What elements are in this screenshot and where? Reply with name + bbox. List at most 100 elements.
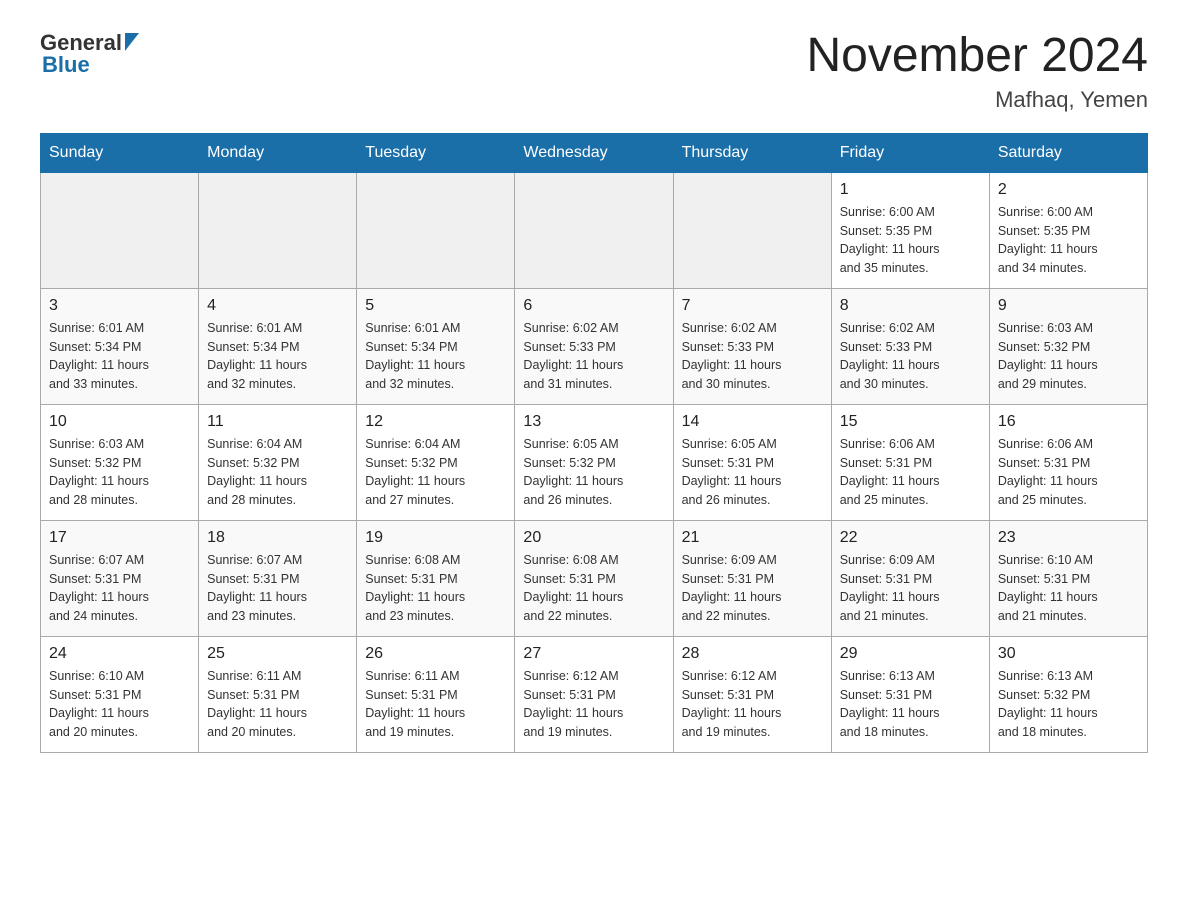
day-of-week-header: Saturday [989, 133, 1147, 172]
day-number: 13 [523, 413, 664, 431]
day-number: 20 [523, 529, 664, 547]
day-info: Sunrise: 6:07 AM Sunset: 5:31 PM Dayligh… [207, 551, 348, 626]
day-number: 10 [49, 413, 190, 431]
calendar-week-row: 10Sunrise: 6:03 AM Sunset: 5:32 PM Dayli… [41, 404, 1148, 520]
day-number: 4 [207, 297, 348, 315]
day-number: 21 [682, 529, 823, 547]
calendar-cell: 4 Sunrise: 6:01 AM Sunset: 5:34 PM Daylig… [199, 288, 357, 404]
day-number: 25 [207, 645, 348, 663]
calendar-cell: 7 Sunrise: 6:02 AM Sunset: 5:33 PM Daylig… [673, 288, 831, 404]
day-info: Sunrise: 6:09 AM Sunset: 5:31 PM Dayligh… [840, 551, 981, 626]
day-number: 7 [682, 297, 823, 315]
month-title: November 2024 [806, 30, 1148, 83]
day-number: 27 [523, 645, 664, 663]
day-info: Sunrise: 6:03 AM Sunset: 5:32 PM Dayligh… [998, 319, 1139, 394]
day-info: Sunrise: 6:11 AM Sunset: 5:31 PM Dayligh… [207, 667, 348, 742]
page-header: General Blue November 2024 Mafhaq, Yemen [40, 30, 1148, 113]
day-number: 2 [998, 181, 1139, 199]
calendar-cell: 25 Sunrise: 6:11 AM Sunset: 5:31 PM Dayli… [199, 636, 357, 752]
calendar-cell: 22 Sunrise: 6:09 AM Sunset: 5:31 PM Dayli… [831, 520, 989, 636]
calendar-cell [515, 172, 673, 288]
day-info: Sunrise: 6:05 AM Sunset: 5:32 PM Dayligh… [523, 435, 664, 510]
day-info: Sunrise: 6:04 AM Sunset: 5:32 PM Dayligh… [365, 435, 506, 510]
day-number: 22 [840, 529, 981, 547]
calendar-cell: 2 Sunrise: 6:00 AM Sunset: 5:35 PM Daylig… [989, 172, 1147, 288]
day-info: Sunrise: 6:00 AM Sunset: 5:35 PM Dayligh… [840, 203, 981, 278]
day-of-week-header: Friday [831, 133, 989, 172]
day-info: Sunrise: 6:00 AM Sunset: 5:35 PM Dayligh… [998, 203, 1139, 278]
day-number: 3 [49, 297, 190, 315]
calendar-cell: 23Sunrise: 6:10 AM Sunset: 5:31 PM Dayli… [989, 520, 1147, 636]
day-number: 18 [207, 529, 348, 547]
calendar-cell: 11Sunrise: 6:04 AM Sunset: 5:32 PM Dayli… [199, 404, 357, 520]
calendar-cell: 17Sunrise: 6:07 AM Sunset: 5:31 PM Dayli… [41, 520, 199, 636]
calendar-cell [199, 172, 357, 288]
day-info: Sunrise: 6:06 AM Sunset: 5:31 PM Dayligh… [840, 435, 981, 510]
day-info: Sunrise: 6:12 AM Sunset: 5:31 PM Dayligh… [523, 667, 664, 742]
calendar-cell [673, 172, 831, 288]
day-info: Sunrise: 6:05 AM Sunset: 5:31 PM Dayligh… [682, 435, 823, 510]
day-number: 1 [840, 181, 981, 199]
title-area: November 2024 Mafhaq, Yemen [806, 30, 1148, 113]
day-info: Sunrise: 6:01 AM Sunset: 5:34 PM Dayligh… [365, 319, 506, 394]
day-info: Sunrise: 6:01 AM Sunset: 5:34 PM Dayligh… [207, 319, 348, 394]
day-number: 30 [998, 645, 1139, 663]
day-number: 6 [523, 297, 664, 315]
day-info: Sunrise: 6:13 AM Sunset: 5:31 PM Dayligh… [840, 667, 981, 742]
day-info: Sunrise: 6:02 AM Sunset: 5:33 PM Dayligh… [523, 319, 664, 394]
day-number: 5 [365, 297, 506, 315]
day-of-week-header: Monday [199, 133, 357, 172]
calendar-cell: 18 Sunrise: 6:07 AM Sunset: 5:31 PM Dayli… [199, 520, 357, 636]
calendar-cell: 24Sunrise: 6:10 AM Sunset: 5:31 PM Dayli… [41, 636, 199, 752]
day-number: 8 [840, 297, 981, 315]
day-info: Sunrise: 6:02 AM Sunset: 5:33 PM Dayligh… [840, 319, 981, 394]
day-info: Sunrise: 6:10 AM Sunset: 5:31 PM Dayligh… [998, 551, 1139, 626]
day-of-week-header: Wednesday [515, 133, 673, 172]
calendar-week-row: 3 Sunrise: 6:01 AM Sunset: 5:34 PM Daylig… [41, 288, 1148, 404]
day-info: Sunrise: 6:08 AM Sunset: 5:31 PM Dayligh… [365, 551, 506, 626]
calendar-cell: 16 Sunrise: 6:06 AM Sunset: 5:31 PM Dayli… [989, 404, 1147, 520]
calendar-week-row: 24Sunrise: 6:10 AM Sunset: 5:31 PM Dayli… [41, 636, 1148, 752]
day-info: Sunrise: 6:13 AM Sunset: 5:32 PM Dayligh… [998, 667, 1139, 742]
day-number: 29 [840, 645, 981, 663]
logo-triangle-icon [125, 33, 139, 51]
day-number: 19 [365, 529, 506, 547]
logo-blue-text: Blue [42, 52, 90, 78]
calendar-week-row: 17 Sunrise: 6:07 AM Sunset: 5:31 PM Dayli… [41, 520, 1148, 636]
day-number: 16 [998, 413, 1139, 431]
calendar-cell: 27 Sunrise: 6:12 AM Sunset: 5:31 PM Dayli… [515, 636, 673, 752]
day-number: 15 [840, 413, 981, 431]
calendar-cell: 8 Sunrise: 6:02 AM Sunset: 5:33 PM Daylig… [831, 288, 989, 404]
calendar-cell [357, 172, 515, 288]
calendar-cell: 30 Sunrise: 6:13 AM Sunset: 5:32 PM Dayli… [989, 636, 1147, 752]
day-info: Sunrise: 6:02 AM Sunset: 5:33 PM Dayligh… [682, 319, 823, 394]
day-number: 12 [365, 413, 506, 431]
calendar-table: SundayMondayTuesdayWednesdayThursdayFrid… [40, 133, 1148, 753]
calendar-week-row: 1 Sunrise: 6:00 AM Sunset: 5:35 PM Daylig… [41, 172, 1148, 288]
calendar-cell: 26Sunrise: 6:11 AM Sunset: 5:31 PM Dayli… [357, 636, 515, 752]
day-of-week-header: Thursday [673, 133, 831, 172]
calendar-cell: 28Sunrise: 6:12 AM Sunset: 5:31 PM Dayli… [673, 636, 831, 752]
calendar-cell: 6 Sunrise: 6:02 AM Sunset: 5:33 PM Daylig… [515, 288, 673, 404]
calendar-cell: 29 Sunrise: 6:13 AM Sunset: 5:31 PM Dayli… [831, 636, 989, 752]
day-of-week-header: Sunday [41, 133, 199, 172]
calendar-cell: 14Sunrise: 6:05 AM Sunset: 5:31 PM Dayli… [673, 404, 831, 520]
calendar-cell [41, 172, 199, 288]
day-info: Sunrise: 6:06 AM Sunset: 5:31 PM Dayligh… [998, 435, 1139, 510]
calendar-cell: 1 Sunrise: 6:00 AM Sunset: 5:35 PM Daylig… [831, 172, 989, 288]
calendar-cell: 19 Sunrise: 6:08 AM Sunset: 5:31 PM Dayli… [357, 520, 515, 636]
calendar-cell: 13 Sunrise: 6:05 AM Sunset: 5:32 PM Dayli… [515, 404, 673, 520]
calendar-cell: 5 Sunrise: 6:01 AM Sunset: 5:34 PM Daylig… [357, 288, 515, 404]
day-number: 11 [207, 413, 348, 431]
day-number: 9 [998, 297, 1139, 315]
calendar-cell: 12 Sunrise: 6:04 AM Sunset: 5:32 PM Dayli… [357, 404, 515, 520]
calendar-cell: 21Sunrise: 6:09 AM Sunset: 5:31 PM Dayli… [673, 520, 831, 636]
day-of-week-header: Tuesday [357, 133, 515, 172]
day-number: 17 [49, 529, 190, 547]
calendar-cell: 10Sunrise: 6:03 AM Sunset: 5:32 PM Dayli… [41, 404, 199, 520]
logo: General Blue [40, 30, 139, 78]
day-info: Sunrise: 6:11 AM Sunset: 5:31 PM Dayligh… [365, 667, 506, 742]
day-number: 24 [49, 645, 190, 663]
calendar-cell: 3Sunrise: 6:01 AM Sunset: 5:34 PM Daylig… [41, 288, 199, 404]
calendar-header-row: SundayMondayTuesdayWednesdayThursdayFrid… [41, 133, 1148, 172]
